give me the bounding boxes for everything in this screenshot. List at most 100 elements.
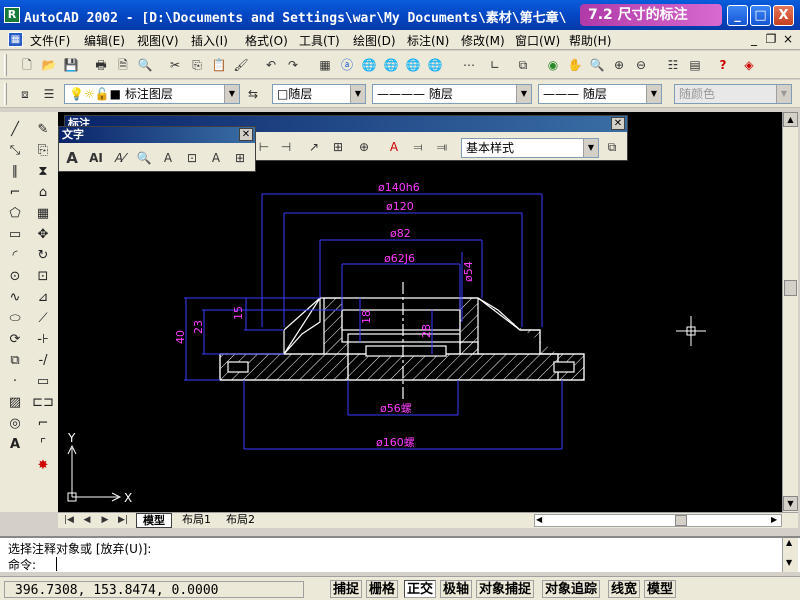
cut-icon[interactable]: ✂: [166, 56, 184, 74]
prev-tab-icon[interactable]: ◀: [78, 511, 96, 529]
dim-baseline-icon[interactable]: ⊣: [277, 138, 295, 156]
menu-window[interactable]: 窗口(W): [515, 32, 560, 49]
dim-ordinate-icon[interactable]: ⊢: [255, 138, 273, 156]
dim-text-edit-icon[interactable]: ⫤: [409, 138, 427, 156]
help-icon[interactable]: ?: [714, 56, 732, 74]
menu-format[interactable]: 格式(O): [245, 32, 288, 49]
layer-manager-icon[interactable]: ☰: [40, 85, 58, 103]
paste-icon[interactable]: 📋: [210, 56, 228, 74]
first-tab-icon[interactable]: |◀: [60, 511, 78, 529]
title-bar[interactable]: R AutoCAD 2002 - [D:\Documents and Setti…: [0, 0, 800, 30]
break-at-point-icon[interactable]: ⊏⊐: [32, 393, 54, 413]
polar-toggle[interactable]: 极轴: [440, 580, 473, 598]
polyline-icon[interactable]: ⌐: [4, 183, 26, 203]
mdi-restore-button[interactable]: ❐: [763, 31, 779, 47]
menu-help[interactable]: 帮助(H): [569, 32, 611, 49]
scroll-left-arrow-icon[interactable]: ◀: [536, 515, 542, 524]
linetype-dropdown[interactable]: ———— 随层 ▼: [372, 84, 532, 104]
polygon-icon[interactable]: ⬠: [4, 204, 26, 224]
color-dropdown[interactable]: □随层 ▼: [272, 84, 366, 104]
vertical-scrollbar[interactable]: ▲ ▼: [782, 112, 798, 512]
design-center-icon[interactable]: ▤: [686, 56, 704, 74]
ellipse-icon[interactable]: ⬭: [4, 309, 26, 329]
model-space-toggle[interactable]: 模型: [644, 580, 677, 598]
menu-file[interactable]: 文件(F): [30, 32, 70, 49]
text-style-icon[interactable]: A: [159, 149, 177, 167]
tab-layout1[interactable]: 布局1: [176, 513, 217, 528]
lineweight-dropdown[interactable]: ——— 随层 ▼: [538, 84, 662, 104]
zoom-realtime-icon[interactable]: 🔍: [588, 56, 606, 74]
single-line-text-icon[interactable]: AI: [87, 149, 105, 167]
scroll-up-arrow-icon[interactable]: ▲: [783, 112, 798, 127]
multiline-text-icon[interactable]: A: [4, 435, 26, 455]
toolbar-grip[interactable]: [4, 83, 7, 105]
drawing-canvas[interactable]: ø140h6 ø120 ø82 ø62J6 ø54 ø56螺 ø160螺 40 …: [58, 112, 782, 512]
osnap-toggle[interactable]: 对象捕捉: [476, 580, 535, 598]
dimension-toolbar-close-button[interactable]: ✕: [611, 117, 625, 130]
match-properties-icon[interactable]: 🖌: [232, 56, 250, 74]
menu-edit[interactable]: 编辑(E): [84, 32, 125, 49]
rectangle-icon[interactable]: ▭: [4, 225, 26, 245]
autocad-today-icon[interactable]: ▦: [316, 56, 334, 74]
arc-icon[interactable]: ◜: [4, 246, 26, 266]
layer-previous-icon[interactable]: ⇆: [244, 85, 262, 103]
snap-toggle[interactable]: 捕捉: [330, 580, 363, 598]
mdi-close-button[interactable]: ×: [780, 31, 796, 47]
menu-tools[interactable]: 工具(T): [299, 32, 340, 49]
chevron-down-icon[interactable]: ▼: [646, 85, 661, 103]
scale-icon[interactable]: ⊡: [32, 267, 54, 287]
hscroll-thumb[interactable]: [675, 515, 687, 526]
trim-icon[interactable]: -⊦: [32, 330, 54, 350]
spline-icon[interactable]: ∿: [4, 288, 26, 308]
chevron-down-icon[interactable]: ▼: [224, 85, 239, 103]
convert-space-icon[interactable]: ⊞: [231, 149, 249, 167]
coordinate-display[interactable]: 396.7308, 153.8474, 0.0000: [4, 581, 304, 598]
hyperlink-icon[interactable]: ⓐ: [338, 56, 356, 74]
otrack-toggle[interactable]: 对象追踪: [542, 580, 601, 598]
etransmit-icon[interactable]: 🌐: [426, 56, 444, 74]
minimize-button[interactable]: _: [727, 5, 748, 26]
redo-icon[interactable]: ↷: [284, 56, 302, 74]
layer-dropdown[interactable]: 💡☼🔓■ 标注图层 ▼: [64, 84, 240, 104]
mtext-icon[interactable]: A: [63, 149, 81, 167]
named-views-icon[interactable]: ⧉: [514, 56, 532, 74]
construction-line-icon[interactable]: ⤡: [4, 141, 26, 161]
mdi-minimize-button[interactable]: _: [746, 31, 762, 47]
chevron-down-icon[interactable]: ▼: [350, 85, 365, 103]
command-window[interactable]: 选择注释对象或 [放弃(U)]: 命令: ▲ ▼: [0, 536, 800, 572]
ortho-toggle[interactable]: 正交: [404, 580, 437, 598]
lengthen-icon[interactable]: ⟋: [32, 309, 54, 329]
scale-text-icon[interactable]: ⊡: [183, 149, 201, 167]
copy-icon[interactable]: ⎘: [188, 56, 206, 74]
tracking-icon[interactable]: ⋯: [460, 56, 478, 74]
3d-orbit-icon[interactable]: ◉: [544, 56, 562, 74]
save-icon[interactable]: 💾: [62, 56, 80, 74]
zoom-previous-icon[interactable]: ⊖: [632, 56, 650, 74]
justify-text-icon[interactable]: A: [207, 149, 225, 167]
menu-draw[interactable]: 绘图(D): [353, 32, 396, 49]
line-icon[interactable]: ╱: [4, 120, 26, 140]
point-icon[interactable]: ·: [4, 372, 26, 392]
print-preview-icon[interactable]: 🗎: [114, 56, 132, 74]
dim-update-icon[interactable]: ⫥: [433, 138, 451, 156]
web-browse-icon[interactable]: 🌐: [360, 56, 378, 74]
undo-icon[interactable]: ↶: [262, 56, 280, 74]
menu-insert[interactable]: 插入(I): [191, 32, 228, 49]
edit-text-icon[interactable]: A⁄: [111, 149, 129, 167]
publish-icon[interactable]: 🌐: [404, 56, 422, 74]
pan-icon[interactable]: ✋: [566, 56, 584, 74]
new-file-icon[interactable]: 🗋: [18, 56, 36, 74]
last-tab-icon[interactable]: ▶|: [114, 511, 132, 529]
close-button[interactable]: X: [773, 5, 794, 26]
text-toolbar-close-button[interactable]: ✕: [239, 128, 253, 141]
break-icon[interactable]: ▭: [32, 372, 54, 392]
command-scrollbar[interactable]: ▲ ▼: [782, 538, 798, 572]
multiline-icon[interactable]: ∥: [4, 162, 26, 182]
rotate-icon[interactable]: ↻: [32, 246, 54, 266]
make-layer-current-icon[interactable]: ⧈: [16, 85, 34, 103]
document-icon[interactable]: ▦: [8, 32, 23, 47]
find-replace-icon[interactable]: 🔍: [135, 149, 153, 167]
tab-model[interactable]: 模型: [136, 513, 172, 528]
print-icon[interactable]: 🖶: [92, 56, 110, 74]
open-folder-icon[interactable]: 📂: [40, 56, 58, 74]
